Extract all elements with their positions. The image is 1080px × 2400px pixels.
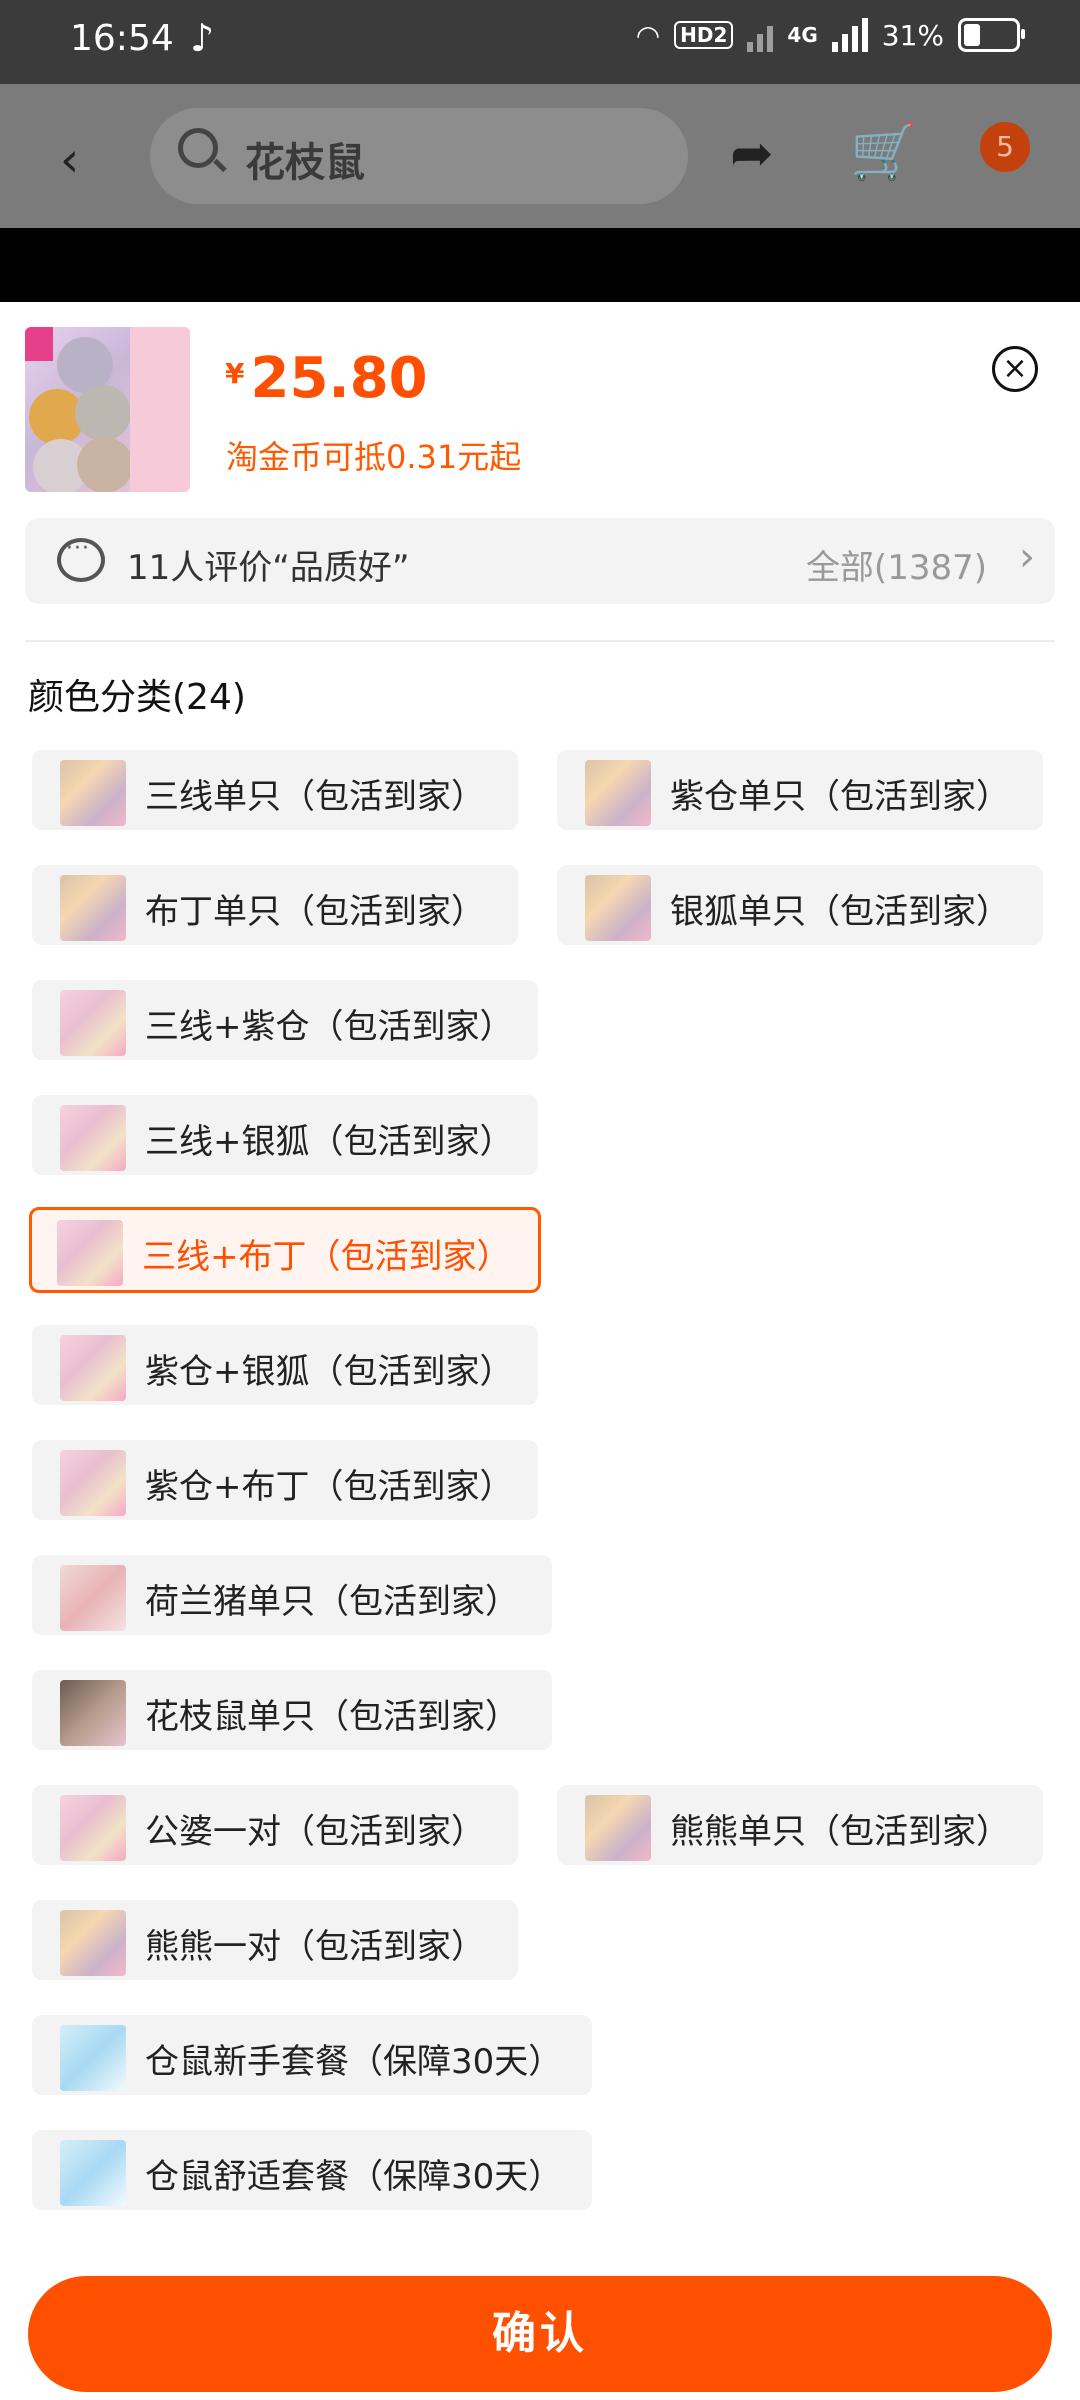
option-label: 三线单只（包活到家） — [145, 777, 485, 817]
option-label: 布丁单只（包活到家） — [145, 892, 485, 932]
hd-voice-icon: HD2 — [674, 21, 734, 49]
option-label: 荷兰猪单只（包活到家） — [145, 1582, 519, 1622]
option-thumbnail — [60, 1450, 126, 1516]
option-chip[interactable]: 熊熊一对（包活到家） — [32, 1900, 518, 1980]
option-label: 熊熊一对（包活到家） — [145, 1927, 485, 1967]
status-bar: 16:54 ♪ ◠ HD2 4G 31% — [0, 0, 1080, 84]
coin-discount-note: 淘金币可抵0.31元起 — [226, 438, 522, 476]
option-thumbnail — [585, 875, 651, 941]
divider — [25, 640, 1055, 642]
search-query: 花枝鼠 — [245, 140, 365, 186]
option-thumbnail — [60, 1565, 126, 1631]
battery-icon — [958, 18, 1025, 52]
status-time: 16:54 — [70, 18, 174, 59]
option-chip[interactable]: 紫仓+银狐（包活到家） — [32, 1325, 538, 1405]
option-label: 三线+紫仓（包活到家） — [145, 1007, 514, 1047]
option-chip-selected[interactable]: 三线+布丁（包活到家） — [29, 1207, 541, 1293]
overlay-strip — [0, 228, 1080, 302]
option-chip[interactable]: 仓鼠舒适套餐（保障30天） — [32, 2130, 592, 2210]
option-thumbnail — [60, 1795, 126, 1861]
signal-icon-2 — [831, 18, 868, 52]
confirm-button[interactable]: 确认 — [28, 2276, 1052, 2392]
option-thumbnail — [60, 1105, 126, 1171]
search-icon — [178, 128, 218, 168]
option-thumbnail — [60, 1335, 126, 1401]
option-chip[interactable]: 布丁单只（包活到家） — [32, 865, 518, 945]
option-label: 三线+银狐（包活到家） — [145, 1122, 514, 1162]
network-type: 4G — [787, 23, 818, 47]
option-chip[interactable]: 紫仓单只（包活到家） — [557, 750, 1043, 830]
more-menu-button[interactable]: 5 — [972, 122, 1032, 182]
option-thumbnail — [60, 2140, 126, 2206]
review-all-count: 全部(1387) — [805, 548, 987, 588]
color-category-title: 颜色分类(24) — [28, 677, 246, 718]
option-chip[interactable]: 花枝鼠单只（包活到家） — [32, 1670, 552, 1750]
chevron-right-icon: › — [1019, 534, 1035, 580]
option-label: 公婆一对（包活到家） — [145, 1812, 485, 1852]
product-price: ¥25.80 — [225, 346, 428, 411]
option-label: 紫仓单只（包活到家） — [670, 777, 1010, 817]
search-bar[interactable]: 花枝鼠 — [150, 108, 688, 204]
option-label: 紫仓+银狐（包活到家） — [145, 1352, 514, 1392]
battery-percent: 31% — [881, 18, 944, 52]
chat-bubble-icon — [57, 536, 105, 582]
option-thumbnail — [60, 875, 126, 941]
option-chip[interactable]: 紫仓+布丁（包活到家） — [32, 1440, 538, 1520]
option-thumbnail — [60, 1680, 126, 1746]
option-label: 花枝鼠单只（包活到家） — [145, 1697, 519, 1737]
option-chip[interactable]: 熊熊单只（包活到家） — [557, 1785, 1043, 1865]
music-note-icon: ♪ — [190, 16, 215, 60]
option-label: 紫仓+布丁（包活到家） — [145, 1467, 514, 1507]
option-chip[interactable]: 仓鼠新手套餐（保障30天） — [32, 2015, 592, 2095]
wifi-icon: ◠ — [635, 18, 661, 52]
price-amount: 25.80 — [250, 346, 428, 411]
signal-icon — [747, 18, 774, 52]
status-indicators: ◠ HD2 4G 31% — [635, 18, 1025, 52]
product-thumbnail[interactable] — [25, 327, 190, 492]
sku-selector-sheet: ¥25.80 淘金币可抵0.31元起 × 11人评价“品质好” 全部(1387)… — [0, 302, 1080, 2400]
share-icon[interactable]: ➦ — [730, 124, 774, 184]
review-summary: 11人评价“品质好” — [127, 548, 410, 588]
option-chip[interactable]: 银狐单只（包活到家） — [557, 865, 1043, 945]
top-nav: ‹ 花枝鼠 ➦ 🛒 5 — [0, 84, 1080, 228]
option-chip[interactable]: 三线单只（包活到家） — [32, 750, 518, 830]
back-arrow-icon[interactable]: ‹ — [60, 132, 79, 188]
review-summary-bar[interactable]: 11人评价“品质好” 全部(1387) › — [25, 518, 1055, 604]
option-label: 三线+布丁（包活到家） — [142, 1237, 511, 1277]
option-chip[interactable]: 三线+银狐（包活到家） — [32, 1095, 538, 1175]
option-thumbnail — [60, 990, 126, 1056]
option-label: 银狐单只（包活到家） — [670, 892, 1010, 932]
option-thumbnail — [60, 2025, 126, 2091]
option-chip[interactable]: 三线+紫仓（包活到家） — [32, 980, 538, 1060]
cart-icon[interactable]: 🛒 — [850, 120, 917, 184]
option-thumbnail — [60, 1910, 126, 1976]
option-thumbnail — [585, 760, 651, 826]
option-thumbnail — [585, 1795, 651, 1861]
option-label: 熊熊单只（包活到家） — [670, 1812, 1010, 1852]
currency-symbol: ¥ — [225, 357, 245, 390]
option-chip[interactable]: 公婆一对（包活到家） — [32, 1785, 518, 1865]
cart-badge: 5 — [980, 122, 1030, 172]
option-label: 仓鼠新手套餐（保障30天） — [145, 2042, 563, 2082]
option-chip[interactable]: 荷兰猪单只（包活到家） — [32, 1555, 552, 1635]
close-icon[interactable]: × — [992, 346, 1038, 392]
option-thumbnail — [60, 760, 126, 826]
option-label: 仓鼠舒适套餐（保障30天） — [145, 2157, 563, 2197]
option-thumbnail — [57, 1220, 123, 1286]
